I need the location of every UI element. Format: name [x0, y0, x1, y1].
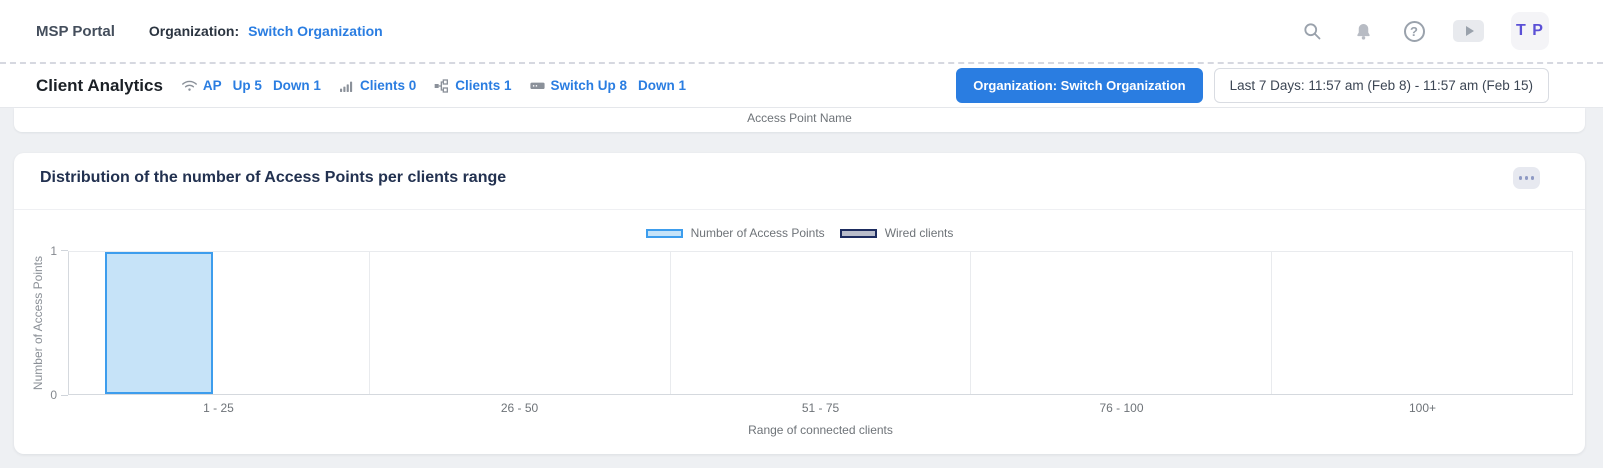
content-area: Access Point Name Distribution of the nu… — [0, 108, 1603, 454]
x-tick-label: 100+ — [1272, 401, 1573, 415]
top-header: MSP Portal Organization: Switch Organiza… — [0, 0, 1603, 64]
x-tick-label: 51 - 75 — [670, 401, 971, 415]
x-axis-labels: 1 - 2526 - 5051 - 7576 - 100100+ — [68, 401, 1573, 415]
page-title: Client Analytics — [36, 76, 163, 96]
search-icon[interactable] — [1300, 19, 1324, 43]
header-actions: ? T P — [1300, 12, 1549, 50]
plot-area — [68, 251, 1573, 395]
y-tick-label: 0 — [50, 388, 57, 402]
x-tick-label: 1 - 25 — [68, 401, 369, 415]
play-triangle-icon — [1466, 26, 1474, 36]
previous-chart-xlabel: Access Point Name — [747, 111, 852, 125]
stat-label: AP — [203, 78, 222, 93]
help-icon[interactable]: ? — [1402, 19, 1426, 43]
signal-bars-icon — [338, 77, 355, 94]
card-divider — [14, 209, 1585, 210]
chart-title: Distribution of the number of Access Poi… — [40, 169, 506, 187]
notifications-icon[interactable] — [1351, 19, 1375, 43]
stat-wired-clients[interactable]: Clients 1 — [433, 77, 511, 94]
brand-title: MSP Portal — [36, 23, 115, 40]
stat-up: Up 5 — [233, 78, 262, 93]
category-cell — [671, 252, 972, 394]
stat-label: Clients 0 — [360, 78, 416, 93]
organization-line: Organization: Switch Organization — [149, 23, 383, 39]
stat-label: Switch Up 8 — [551, 78, 628, 93]
legend-label: Wired clients — [885, 226, 954, 240]
y-tick-label: 1 — [50, 244, 57, 258]
plot-wrap: 1 0 — [68, 251, 1573, 395]
stat-down: Down 1 — [638, 78, 686, 93]
category-cell — [971, 252, 1272, 394]
bar-number-of-access-points[interactable] — [105, 252, 213, 394]
y-tick-mark — [61, 250, 68, 251]
category-cell — [69, 252, 370, 394]
switch-icon — [529, 77, 546, 94]
stat-wireless-clients[interactable]: Clients 0 — [338, 77, 416, 94]
help-glyph: ? — [1404, 21, 1425, 42]
stat-down: Down 1 — [273, 78, 321, 93]
category-cell — [370, 252, 671, 394]
date-range-picker[interactable]: Last 7 Days: 11:57 am (Feb 8) - 11:57 am… — [1214, 68, 1549, 103]
switch-organization-link[interactable]: Switch Organization — [248, 23, 383, 39]
video-icon[interactable] — [1453, 20, 1484, 42]
previous-chart-card: Access Point Name — [14, 108, 1585, 132]
avatar[interactable]: T P — [1511, 12, 1549, 50]
x-axis-title: Range of connected clients — [68, 423, 1573, 437]
legend-label: Number of Access Points — [691, 226, 825, 240]
stat-switch[interactable]: Switch Up 8 Down 1 — [529, 77, 687, 94]
legend-swatch-wired-clients — [840, 229, 877, 238]
stat-label: Clients 1 — [455, 78, 511, 93]
client-analytics-toolbar: Client Analytics AP Up 5 Down 1 Clients … — [0, 64, 1603, 108]
stat-ap[interactable]: AP Up 5 Down 1 — [181, 77, 321, 94]
y-tick-mark — [61, 395, 68, 396]
category-cell — [1272, 252, 1573, 394]
wifi-icon — [181, 77, 198, 94]
organization-label: Organization: — [149, 23, 239, 39]
x-tick-label: 76 - 100 — [971, 401, 1272, 415]
legend-item-access-points[interactable]: Number of Access Points — [646, 226, 825, 240]
ellipsis-icon[interactable] — [1513, 167, 1540, 189]
legend-swatch-access-points — [646, 229, 683, 238]
topology-icon — [433, 77, 450, 94]
organization-filter-button[interactable]: Organization: Switch Organization — [956, 68, 1202, 103]
ap-distribution-chart-card: Distribution of the number of Access Poi… — [14, 153, 1585, 454]
chart-legend: Number of Access Points Wired clients — [14, 226, 1585, 240]
toolbar-actions: Organization: Switch Organization Last 7… — [956, 68, 1549, 103]
status-summary: AP Up 5 Down 1 Clients 0 Clients 1 — [181, 77, 686, 94]
legend-item-wired-clients[interactable]: Wired clients — [840, 226, 954, 240]
x-tick-label: 26 - 50 — [369, 401, 670, 415]
y-axis-title: Number of Access Points — [31, 251, 45, 395]
